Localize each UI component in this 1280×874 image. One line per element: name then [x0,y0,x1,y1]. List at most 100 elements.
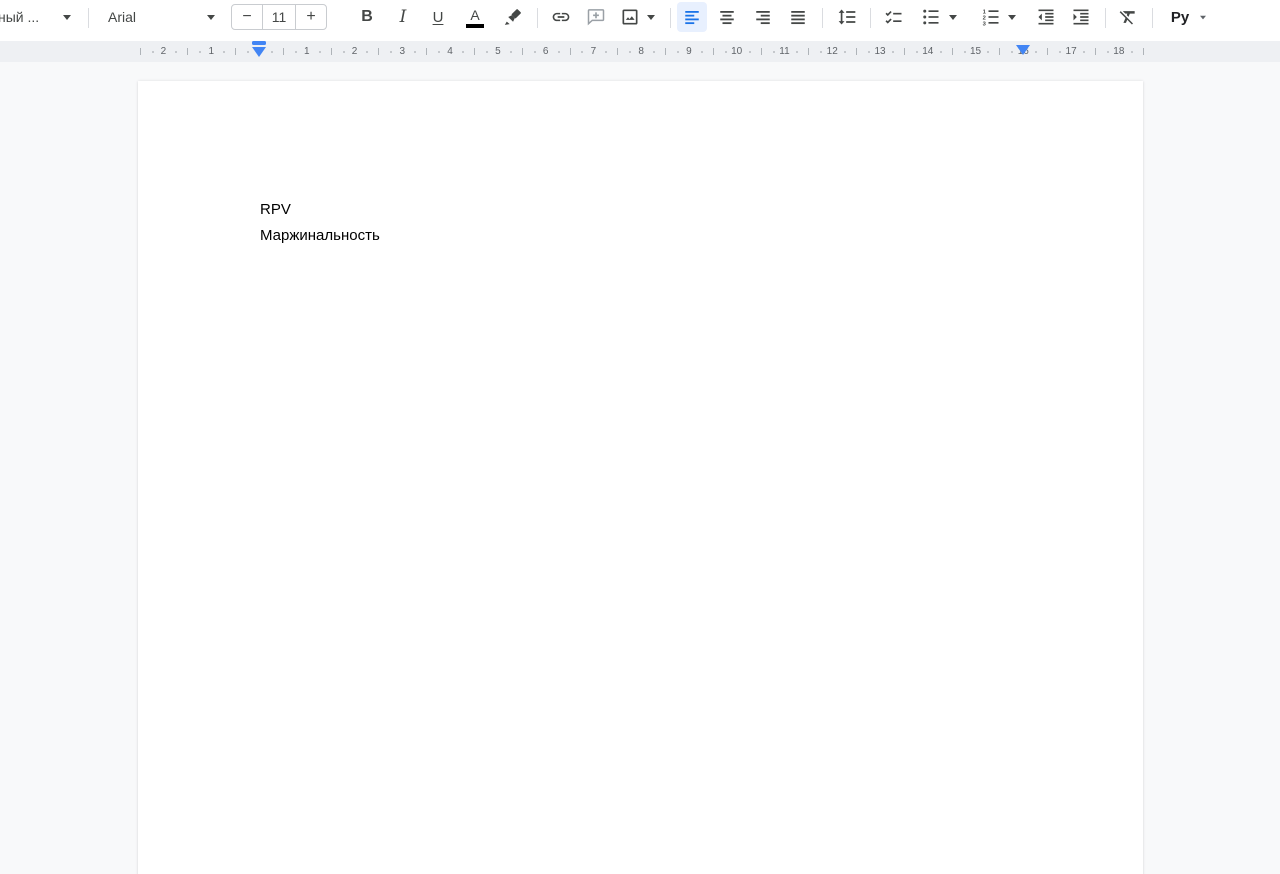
ruler-tick [760,48,762,55]
toolbar-separator [1152,8,1153,28]
ruler-dot [891,51,894,53]
ruler-dot [342,51,345,53]
chevron-down-icon[interactable] [204,2,218,32]
doc-paragraph[interactable]: Маржинальность [260,223,1022,249]
ruler-dot [700,51,703,53]
align-right-icon [754,8,772,26]
italic-button[interactable]: I [388,2,418,32]
ruler-dot [605,51,608,53]
ruler-tick [187,48,189,55]
document-text-area[interactable]: RPV Маржинальность [260,197,1022,249]
ruler-dot [676,51,679,53]
input-tools-button[interactable]: Ру [1163,2,1197,32]
paragraph-style-selector[interactable]: ный ... [0,2,50,32]
bulleted-list-button[interactable] [916,2,946,32]
left-indent-marker[interactable] [252,47,266,57]
ruler-dot [509,51,512,53]
chevron-down-icon[interactable] [60,2,74,32]
toolbar-separator [88,8,89,28]
ruler-dot [1011,51,1014,53]
paragraph-style-value: ный ... [0,9,40,25]
align-right-button[interactable] [748,2,778,32]
ruler-dot [533,51,536,53]
font-family-selector[interactable]: Arial [108,2,136,32]
text-color-swatch [466,24,484,28]
chevron-down-icon[interactable] [644,2,658,32]
bold-button[interactable]: B [352,2,382,32]
ruler-dot [653,51,656,53]
ruler-number: 2 [351,45,358,57]
numbered-list-icon: 123 [981,7,1001,27]
right-indent-marker[interactable] [1016,45,1031,55]
highlight-color-button[interactable] [498,2,528,32]
ruler-number: 1 [208,45,214,57]
line-spacing-icon [837,7,857,27]
ruler-dot [868,51,871,53]
formatting-toolbar: ный ... Arial − 11 + B I U A 1 2 3 Ру [0,0,1280,40]
line-spacing-button[interactable] [832,2,862,32]
link-icon [551,7,571,27]
checklist-button[interactable] [879,2,909,32]
justify-button[interactable] [783,2,813,32]
text-color-button[interactable]: A [460,2,490,32]
toolbar-separator [870,8,871,28]
image-icon [620,7,640,27]
highlighter-icon [503,7,523,27]
increase-indent-button[interactable] [1066,2,1096,32]
ruler-tick [617,48,619,55]
ruler-dot [151,51,154,53]
ruler-number: 11 [779,45,790,57]
increase-indent-icon [1071,7,1091,27]
ruler-dot [1106,51,1109,53]
ruler-dot [223,51,226,53]
ruler-number: 18 [1113,45,1125,57]
ruler-number: 6 [542,45,549,57]
text-color-letter: A [470,7,480,23]
ruler-number: 17 [1065,45,1077,57]
clear-formatting-button[interactable] [1113,2,1143,32]
ruler-dot [963,51,966,53]
doc-paragraph[interactable]: RPV [260,197,1022,223]
ruler-tick [903,48,905,55]
font-family-value: Arial [108,9,137,25]
ruler-tick [282,48,284,55]
ruler-dot [748,51,751,53]
toolbar-separator [1105,8,1106,28]
toolbar-separator [670,8,671,28]
ruler-dot [270,51,273,53]
ruler-tick [521,48,523,55]
align-left-button[interactable] [677,2,707,32]
ruler-number: 15 [969,45,982,57]
decrease-font-size-button[interactable]: − [231,4,263,30]
chevron-down-icon[interactable] [1005,2,1019,32]
ruler-number: 10 [731,45,743,57]
font-size-input[interactable]: 11 [262,4,296,30]
ruler-tick [712,48,714,55]
align-center-button[interactable] [712,2,742,32]
insert-image-button[interactable] [615,2,645,32]
add-comment-button[interactable] [581,2,611,32]
numbered-list-button[interactable]: 123 [976,2,1006,32]
ruler-number: 14 [922,45,934,57]
increase-font-size-button[interactable]: + [295,4,327,30]
ruler-dot [772,51,775,53]
chevron-down-icon[interactable] [1196,2,1210,32]
document-page[interactable]: RPV Маржинальность [138,81,1143,874]
decrease-indent-button[interactable] [1031,2,1061,32]
ruler-dot [939,51,942,53]
ruler-tick [1094,48,1096,55]
ruler-number: 4 [447,45,453,57]
decrease-indent-icon [1036,7,1056,27]
ruler-number: 13 [874,45,886,57]
underline-button[interactable]: U [423,2,453,32]
chevron-down-icon[interactable] [946,2,960,32]
ruler-dot [820,51,823,53]
svg-text:3: 3 [983,21,987,27]
first-line-indent-marker[interactable] [252,41,266,45]
insert-link-button[interactable] [546,2,576,32]
ruler-tick [1142,48,1144,55]
justify-icon [789,8,807,26]
ruler-dot [1035,51,1038,53]
ruler-dot [199,51,202,53]
toolbar-separator [537,8,538,28]
